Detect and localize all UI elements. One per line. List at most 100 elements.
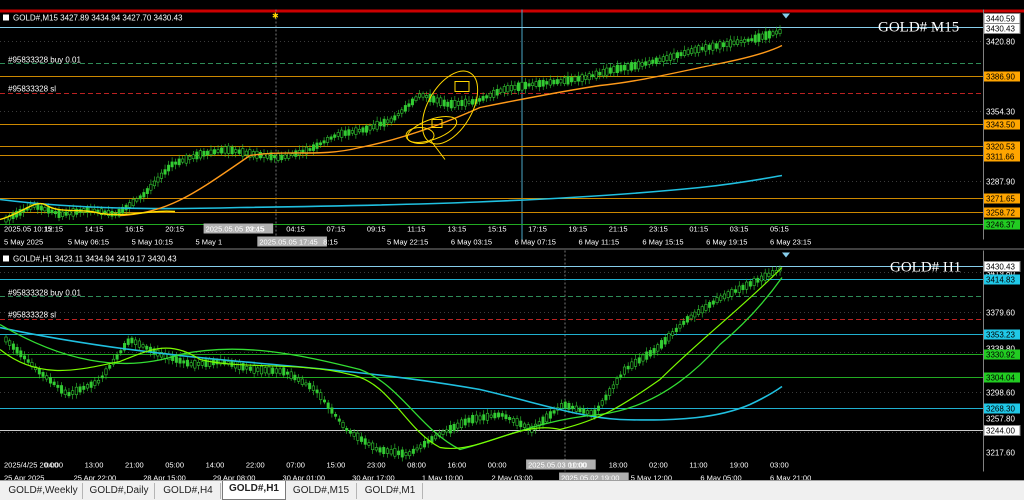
chart-m15-candle <box>478 98 482 102</box>
chart-m15-candle <box>502 86 506 93</box>
chart-m15-candle <box>343 130 347 136</box>
price-tag: 3330.92 <box>986 351 1015 360</box>
chart-m15-time-label: 2025.05.05 17:45 <box>259 238 317 247</box>
chart-m15[interactable]: GOLD#,M15 3427.89 3434.94 3427.70 3430.4… <box>0 9 1024 250</box>
chart-m15-candle <box>446 101 450 107</box>
chart-h1-time-label: 23:00 <box>367 461 386 470</box>
chart-m15-candle <box>471 99 475 105</box>
chart-m15-candle <box>771 31 775 36</box>
chart-m15-candle <box>191 154 195 159</box>
tab-gold-h1[interactable]: GOLD#,H1 <box>222 481 286 500</box>
chart-m15-candle <box>442 99 446 107</box>
chart-h1-candle <box>356 432 360 441</box>
chart-m15-candle <box>311 144 315 151</box>
tab-gold-daily[interactable]: GOLD#,Daily <box>84 483 155 499</box>
price-tag: 3440.59 <box>986 15 1015 24</box>
chart-m15-candle <box>566 75 570 85</box>
chart-tab-bar: GOLD#,Weekly GOLD#,Daily GOLD#,H4 GOLD#,… <box>0 480 1024 500</box>
chart-h1-candle <box>285 371 289 375</box>
chart-h1-candle <box>378 447 382 453</box>
chart-m15-candle <box>368 125 372 131</box>
chart-h1-candle <box>93 380 97 386</box>
chart-m15-top-border <box>0 9 1024 13</box>
terminal-charts: GOLD#,M15 3427.89 3434.94 3427.70 3430.4… <box>0 9 1024 490</box>
chart-m15-candle <box>767 30 771 39</box>
chart-h1-candle <box>45 375 49 380</box>
tab-gold-m15[interactable]: GOLD#,M15 <box>286 483 357 499</box>
tab-gold-h4[interactable]: GOLD#,H4 <box>156 483 221 499</box>
chart-h1-candle <box>367 442 371 446</box>
chart-m15-candle <box>644 61 648 66</box>
chart-h1-candle <box>52 381 56 386</box>
chart-h1-candle <box>63 389 67 395</box>
tab-gold-weekly[interactable]: GOLD#,Weekly <box>4 483 83 499</box>
chart-h1-candle <box>711 300 715 305</box>
chart-m15-candle <box>711 42 715 51</box>
price-tag: 3353.23 <box>986 331 1015 340</box>
chart-h1-candle <box>404 452 408 456</box>
chart-h1-candle <box>652 348 656 354</box>
chart-h1-candle <box>334 413 338 417</box>
chart-h1-candle <box>460 419 464 429</box>
chart-h1-candle <box>678 324 682 329</box>
chart-h1-candle <box>597 405 601 411</box>
chart-h1-candle <box>341 422 345 428</box>
chart-m15-candle <box>467 100 471 104</box>
chart-m15-candle <box>174 161 178 165</box>
chart-h1-candle <box>474 414 478 423</box>
chart-m15-time-label: 21:15 <box>609 225 628 234</box>
chart-m15-candle <box>492 89 496 98</box>
chart-m15-candle <box>640 62 644 67</box>
chart-m15-candle <box>626 63 630 71</box>
chart-h1-symbol-icon <box>3 255 9 262</box>
chart-h1-candle <box>767 272 771 277</box>
chart-h1-candle <box>119 350 123 354</box>
chart-h1-time-label: 13:00 <box>85 461 104 470</box>
chart-h1-background <box>0 250 1024 490</box>
chart-m15-time-label: 02:15 <box>246 225 265 234</box>
chart-m15-candle <box>545 81 549 85</box>
chart-h1-candle <box>415 447 419 451</box>
chart-m15-candle <box>43 207 47 212</box>
chart-h1-candle <box>600 400 604 406</box>
chart-m15-time-label: 17:15 <box>528 225 547 234</box>
chart-h1-candle <box>626 365 630 370</box>
chart-m15-candle <box>509 85 513 92</box>
chart-m15-candle <box>714 43 718 49</box>
chart-h1-candle <box>274 368 278 374</box>
chart-m15-time-label: 01:15 <box>689 225 708 234</box>
chart-m15-candle <box>661 56 665 62</box>
chart-m15-time-label: 5 May 22:15 <box>387 238 428 247</box>
chart-m15-candle <box>538 80 542 88</box>
chart-m15-star-icon: ✱ <box>272 12 279 21</box>
chart-h1-candle <box>74 386 78 396</box>
tab-gold-m1[interactable]: GOLD#,M1 <box>358 483 423 499</box>
chart-h1-candle <box>441 430 445 435</box>
chart-h1-candle <box>615 378 619 385</box>
chart-h1-candle <box>8 340 12 346</box>
chart-h1-candle <box>360 436 364 442</box>
chart-h1-candle <box>326 402 330 409</box>
chart-m15-candle <box>456 101 460 106</box>
chart-m15-candle <box>562 77 566 84</box>
chart-m15-candle <box>704 44 708 52</box>
chart-h1-candle <box>252 365 256 374</box>
chart-m15-candle <box>61 211 65 217</box>
chart-m15-time-label: 13:15 <box>447 225 466 234</box>
chart-h1-candle <box>330 407 334 414</box>
chart-m15-candle <box>57 209 61 218</box>
chart-m15-candle <box>131 198 135 206</box>
chart-h1-candle <box>456 422 460 429</box>
chart-h1[interactable]: GOLD#,H1 3423.11 3434.94 3419.17 3430.43… <box>0 250 1024 490</box>
chart-h1-candle <box>585 410 589 415</box>
chart-m15-candle <box>481 96 485 101</box>
chart-h1-candle <box>648 350 652 357</box>
chart-m15-candle <box>414 96 418 101</box>
chart-m15-candle <box>552 79 556 85</box>
chart-h1-candle <box>563 401 567 409</box>
chart-h1-candle <box>571 405 575 410</box>
chart-h1-candle <box>663 337 667 345</box>
chart-h1-candle <box>322 399 326 403</box>
chart-m15-time-label: 5 May 1 <box>196 238 223 247</box>
chart-m15-time-label: 20:15 <box>165 225 184 234</box>
